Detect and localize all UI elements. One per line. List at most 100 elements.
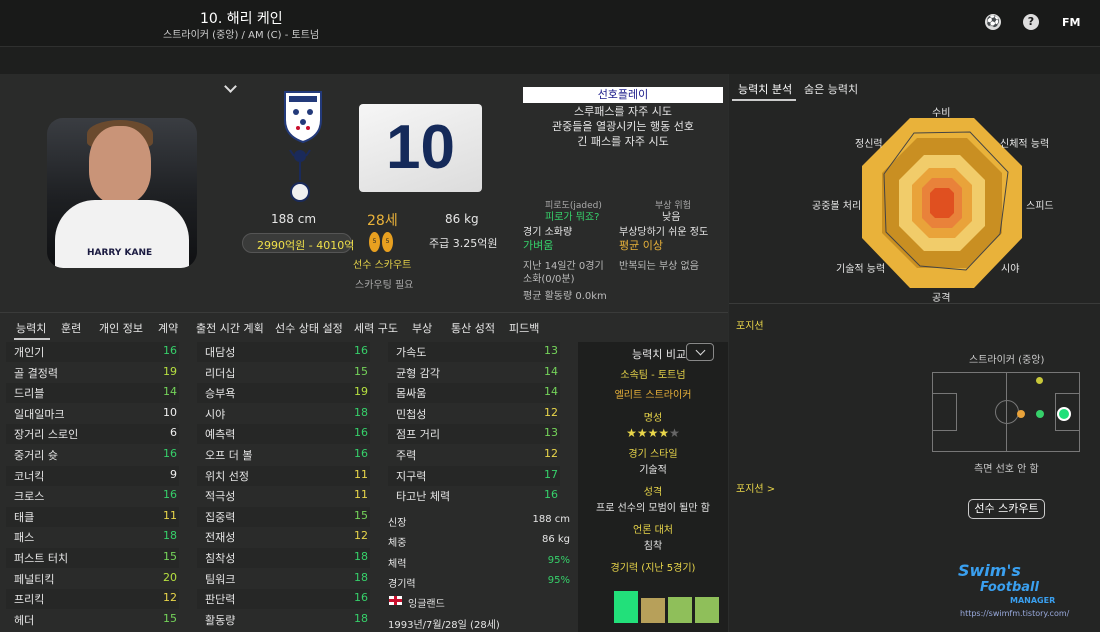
personality-label: 성격 — [643, 487, 663, 498]
attribute-name: 집중력 — [205, 510, 236, 524]
attribute-name: 균형 감각 — [396, 366, 440, 380]
radar-label-aerial: 공중볼 처리 — [812, 201, 862, 212]
attribute-name: 일대일마크 — [14, 407, 65, 421]
attribute-name: 프리킥 — [14, 593, 45, 607]
position-dot — [1036, 410, 1044, 418]
attribute-value: 16 — [163, 447, 177, 460]
physical-value: 95% — [547, 574, 570, 586]
radar-label-technique: 기술적 능력 — [836, 264, 886, 275]
attribute-value: 15 — [354, 508, 368, 522]
divider — [729, 303, 1100, 304]
attribute-name: 팀워크 — [205, 572, 236, 586]
attribute-value: 12 — [544, 405, 558, 419]
attribute-name: 헤더 — [14, 613, 35, 627]
attribute-value: 18 — [354, 405, 368, 419]
attribute-value: 18 — [354, 611, 368, 625]
attribute-name: 오프 더 볼 — [205, 449, 253, 462]
tab-career[interactable]: 통산 성적 — [451, 320, 495, 336]
injury-prone-label: 부상당하기 쉬운 정도 — [619, 227, 709, 238]
tab-player-status[interactable]: 선수 상태 설정 — [275, 320, 343, 336]
radar-label-defense: 수비 — [932, 108, 951, 119]
reputation-stars: ★★★★★ — [626, 426, 680, 440]
attribute-name: 시야 — [205, 407, 226, 421]
scout-needed: 스카우팅 필요 — [355, 280, 414, 291]
scout-label[interactable]: 선수 스카우트 — [353, 256, 411, 271]
position-role: 스트라이커 (중앙) — [969, 355, 1045, 366]
tab-personal[interactable]: 개인 정보 — [99, 320, 143, 336]
tab-attributes[interactable]: 능력치 — [16, 320, 46, 336]
tab-injury[interactable]: 부상 — [412, 320, 432, 336]
attribute-value: 10 — [163, 405, 177, 419]
attribute-name: 판단력 — [205, 593, 236, 607]
media-value: 침착 — [643, 541, 663, 552]
attribute-name: 위치 선정 — [205, 469, 249, 483]
form-chart — [610, 575, 720, 632]
attribute-name: 활동량 — [205, 613, 236, 627]
form-bar — [668, 597, 692, 623]
attribute-name: 골 결정력 — [14, 366, 58, 380]
attribute-name: 중거리 슛 — [14, 449, 58, 462]
attribute-value: 14 — [544, 364, 558, 378]
physical-label: 잉글랜드 — [408, 599, 445, 611]
attribute-name: 퍼스트 터치 — [14, 552, 69, 565]
football-icon[interactable]: ⚽ — [985, 14, 1001, 30]
physical-label: 체력 — [388, 558, 407, 570]
feet-icon: 55 — [369, 232, 395, 254]
natural-position-dot — [1057, 407, 1071, 421]
style-label: 경기 스타일 — [628, 449, 678, 460]
help-icon[interactable]: ? — [1023, 14, 1039, 30]
attribute-value: 11 — [163, 508, 177, 522]
england-fa-crest-icon — [284, 91, 322, 143]
physical-label: 신장 — [388, 518, 407, 529]
attribute-value: 12 — [354, 529, 368, 543]
physical-label: 체중 — [388, 538, 407, 550]
preferences-list: 스루패스를 자주 시도 관중들을 열광시키는 행동 선호 긴 패스를 자주 시도 — [523, 104, 723, 149]
attribute-value: 19 — [354, 385, 368, 399]
attribute-value: 13 — [544, 426, 558, 440]
reputation-label: 명성 — [643, 413, 663, 424]
scout-player-button[interactable]: 선수 스카우트 — [968, 499, 1045, 519]
tab-attribute-analysis[interactable]: 능력치 분석 — [738, 81, 792, 97]
attribute-value: 11 — [354, 467, 368, 481]
comparison-dropdown[interactable] — [686, 343, 714, 361]
radar-label-attack: 공격 — [932, 293, 951, 304]
attribute-name: 코너킥 — [14, 469, 45, 483]
attribute-name: 민첩성 — [396, 407, 427, 421]
tab-playing-time[interactable]: 출전 시간 계획 — [196, 320, 264, 336]
attribute-name: 리더십 — [205, 366, 236, 380]
attribute-value: 9 — [170, 467, 177, 481]
position-header: 포지션 — [736, 321, 764, 332]
attribute-name: 장거리 스로인 — [14, 428, 79, 442]
attribute-name: 승부욕 — [205, 387, 236, 401]
weight-value: 86 kg — [445, 212, 479, 226]
role-label: 엘리트 스트라이커 — [614, 390, 692, 401]
attribute-value: 14 — [544, 385, 558, 399]
attribute-name: 크로스 — [14, 490, 45, 504]
england-flag-icon — [389, 596, 402, 605]
attribute-value: 16 — [163, 344, 177, 357]
tab-feedback[interactable]: 피드백 — [509, 320, 539, 336]
form-bar — [695, 597, 719, 623]
style-value: 기술적 — [639, 465, 667, 476]
tab-hidden-attributes[interactable]: 숨은 능력치 — [804, 81, 858, 97]
active-tab-underline — [14, 338, 50, 340]
watermark-line1: Swim's — [958, 561, 1021, 580]
age-value: 28세 — [367, 213, 398, 229]
watermark-line3: MANAGER — [1010, 596, 1056, 605]
player-photo: HARRY KANE — [47, 118, 197, 268]
attribute-value: 12 — [163, 591, 177, 605]
attribute-value: 15 — [354, 364, 368, 378]
injury-prone-value: 평균 이상 — [619, 239, 663, 252]
attribute-name: 페널티킥 — [14, 572, 55, 586]
radar-label-vision: 시야 — [1001, 264, 1020, 275]
attribute-name: 가속도 — [396, 346, 427, 359]
attribute-name: 지구력 — [396, 469, 427, 483]
attribute-name: 전재성 — [205, 531, 236, 545]
position-link[interactable]: 포지션 > — [736, 480, 775, 495]
tab-contract[interactable]: 계약 — [158, 320, 178, 336]
tab-training[interactable]: 훈련 — [61, 320, 81, 336]
attribute-value: 11 — [354, 488, 368, 502]
attribute-value: 17 — [544, 467, 558, 481]
tab-dynamics[interactable]: 세력 구도 — [354, 320, 398, 336]
fm-logo[interactable]: FM — [1062, 16, 1080, 29]
